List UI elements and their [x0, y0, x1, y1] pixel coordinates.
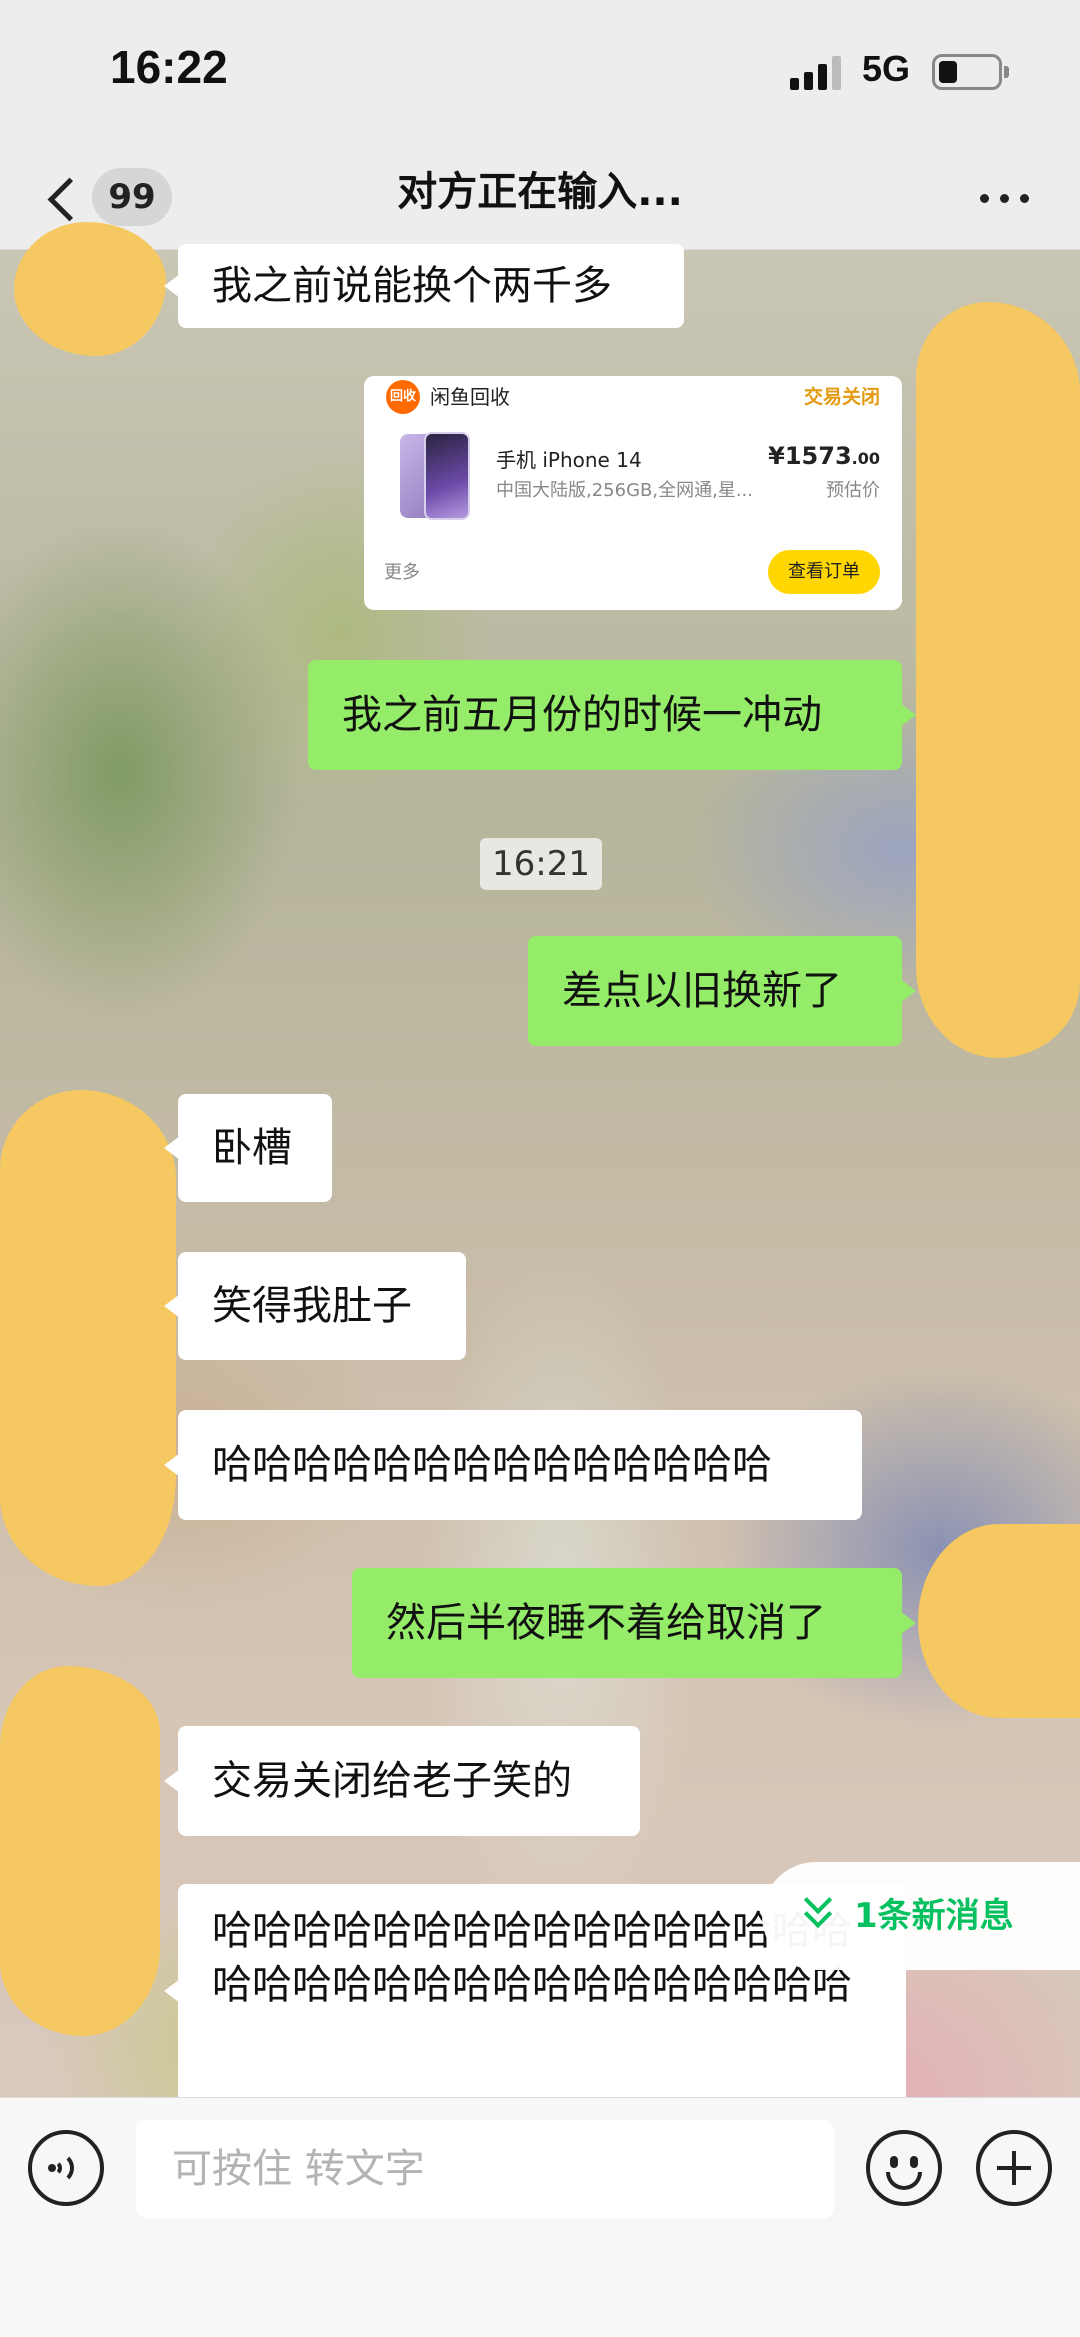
new-messages-label: 1条新消息	[854, 1896, 1014, 1936]
voice-icon[interactable]	[28, 2130, 104, 2206]
xianyu-logo-icon: 回收	[386, 380, 420, 414]
message-bubble-incoming[interactable]: 卧槽	[164, 1094, 332, 1202]
avatar-redaction-4	[918, 1524, 1080, 1718]
status-time: 16:22	[110, 41, 228, 93]
avatar-redaction-3	[0, 1090, 176, 1586]
avatar-redaction-1	[14, 222, 166, 356]
message-bubble-incoming[interactable]: 哈哈哈哈哈哈哈哈哈哈哈哈哈哈	[164, 1410, 862, 1520]
message-bubble-outgoing[interactable]: 差点以旧换新了	[528, 936, 916, 1046]
message-text: 差点以旧换新了	[562, 968, 842, 1014]
card-status: 交易关闭	[803, 386, 880, 408]
chevron-down-icon	[802, 1885, 842, 1936]
emoji-icon[interactable]	[866, 2130, 942, 2206]
input-bar: 可按住 转文字	[0, 2097, 1080, 2337]
message-text: 交易关闭给老子笑的	[212, 1758, 572, 1804]
message-text: 我之前说能换个两千多	[212, 263, 612, 309]
message-text: 然后半夜睡不着给取消了	[386, 1600, 826, 1646]
chat-header: 对方正在输入... 99	[0, 150, 1080, 250]
card-price-note: 预估价	[826, 480, 880, 501]
message-text: 哈哈哈哈哈哈哈哈哈哈哈哈哈哈	[212, 1442, 772, 1488]
order-card[interactable]: 回收 闲鱼回收 交易关闭 手机 iPhone 14 中国大陆版,256GB,全网…	[364, 376, 902, 610]
iphone-image	[400, 432, 472, 520]
card-price: ¥1573.00	[768, 442, 880, 470]
message-bubble-incoming[interactable]: 我之前说能换个两千多	[164, 244, 684, 328]
signal-icon	[790, 56, 842, 90]
status-bar: 16:22 5G	[0, 0, 1080, 150]
card-product-desc: 中国大陆版,256GB,全网通,星...	[496, 480, 753, 501]
back-icon[interactable]	[44, 172, 84, 228]
message-bubble-outgoing[interactable]: 然后半夜睡不着给取消了	[352, 1568, 916, 1678]
message-text: 笑得我肚子	[212, 1283, 412, 1329]
new-messages-button[interactable]: 1条新消息	[762, 1862, 1080, 1970]
battery-icon	[932, 54, 1002, 90]
card-more-link[interactable]: 更多	[384, 558, 420, 584]
avatar-redaction-5	[0, 1666, 160, 2036]
view-order-button[interactable]: 查看订单	[768, 550, 880, 594]
card-product-title: 手机 iPhone 14	[496, 448, 642, 472]
message-text: 卧槽	[212, 1125, 292, 1171]
more-icon[interactable]	[978, 178, 1034, 218]
plus-icon[interactable]	[976, 2130, 1052, 2206]
network-type: 5G	[862, 48, 911, 89]
message-text: 我之前五月份的时候一冲动	[342, 692, 822, 738]
message-bubble-outgoing[interactable]: 我之前五月份的时候一冲动	[308, 660, 916, 770]
battery-tip	[1004, 66, 1009, 78]
message-input[interactable]: 可按住 转文字	[136, 2120, 834, 2218]
unread-badge[interactable]: 99	[92, 168, 172, 226]
message-bubble-incoming[interactable]: 交易关闭给老子笑的	[164, 1726, 640, 1836]
avatar-redaction-2	[916, 302, 1080, 1058]
timestamp: 16:21	[480, 838, 602, 890]
message-bubble-incoming[interactable]: 笑得我肚子	[164, 1252, 466, 1360]
card-source: 闲鱼回收	[430, 385, 510, 409]
